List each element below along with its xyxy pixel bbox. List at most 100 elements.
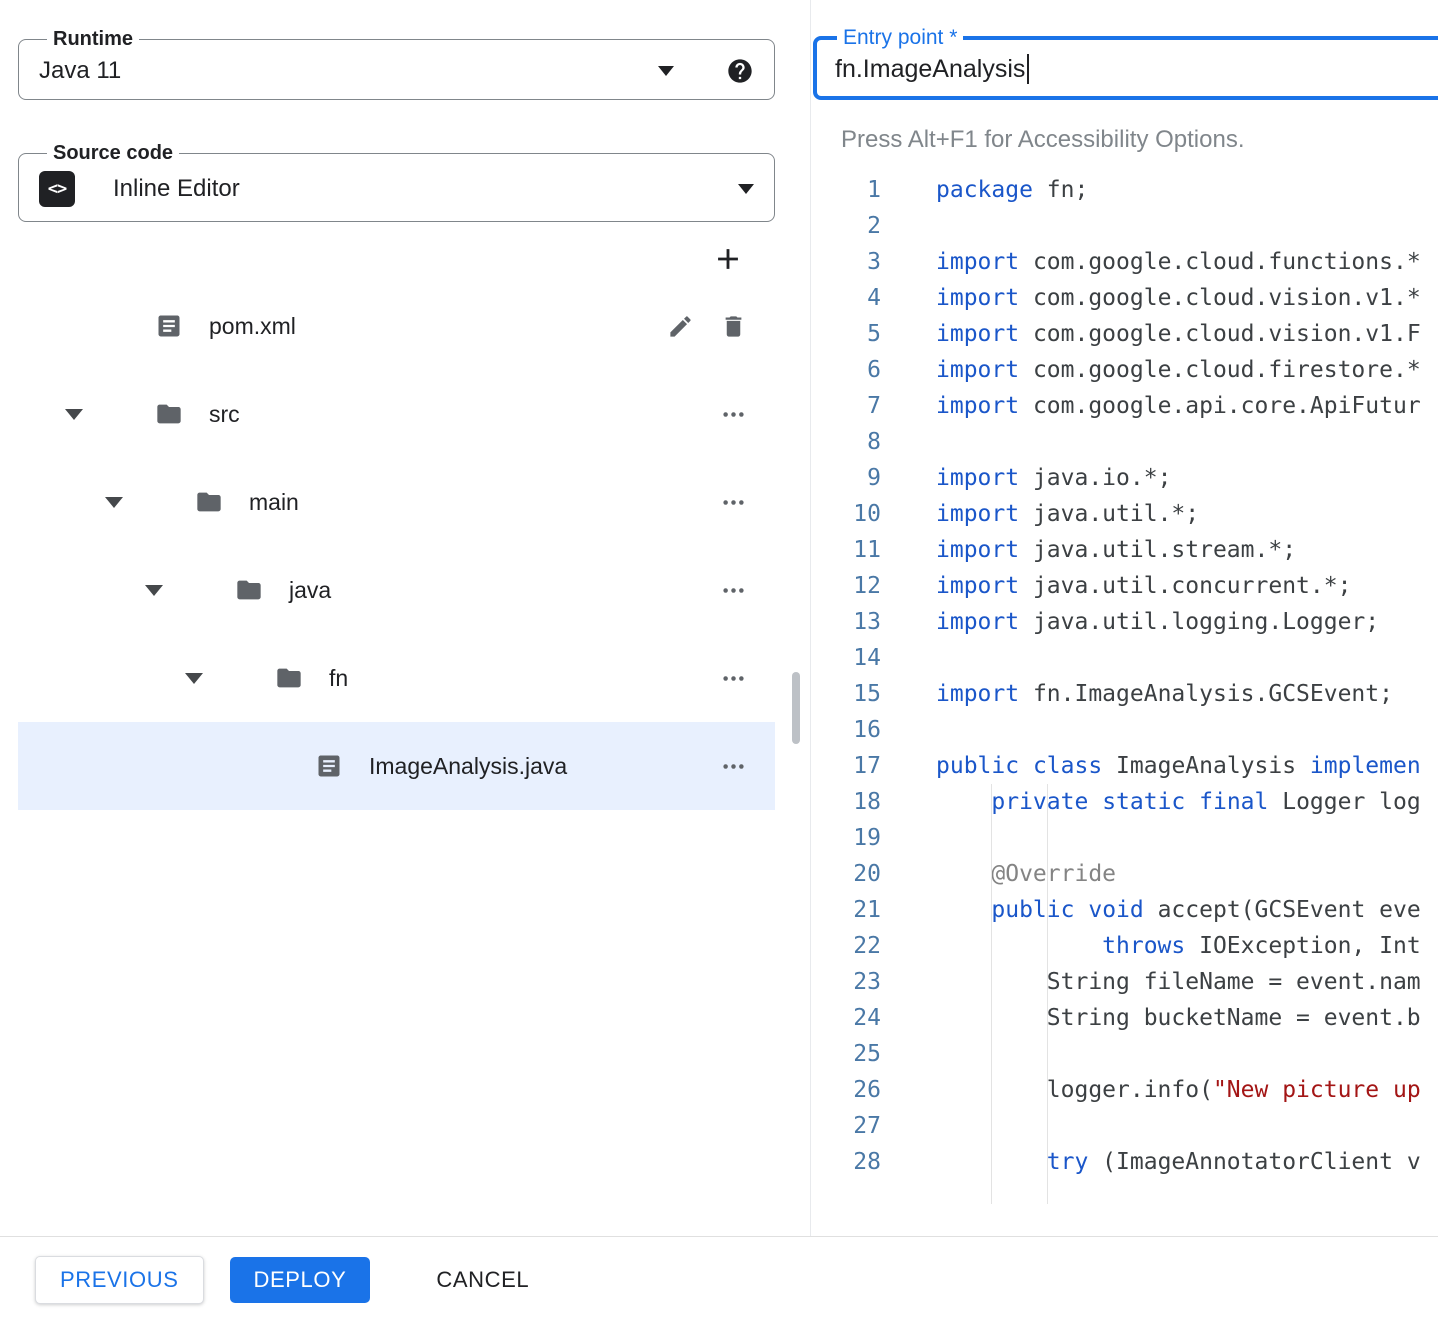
line-number: 24 [811, 1000, 881, 1036]
code-line: 3import com.google.cloud.functions.* [811, 244, 1438, 280]
accessibility-hint: Press Alt+F1 for Accessibility Options. [841, 126, 1438, 154]
delete-icon[interactable] [720, 313, 747, 340]
line-number: 26 [811, 1072, 881, 1108]
tree-row-java[interactable]: java [18, 546, 775, 634]
line-number: 15 [811, 676, 881, 712]
entry-point-field[interactable]: Entry point * fn.ImageAnalysis [813, 26, 1438, 100]
line-number: 18 [811, 784, 881, 820]
line-number: 10 [811, 496, 881, 532]
file-icon [315, 752, 343, 780]
code-line: 27 [811, 1108, 1438, 1144]
code-line: 28 try (ImageAnnotatorClient v [811, 1144, 1438, 1180]
inline-editor-icon: <> [39, 171, 75, 207]
tree-row-imageanalysis-java[interactable]: ImageAnalysis.java [18, 722, 775, 810]
code-line: 4import com.google.cloud.vision.v1.* [811, 280, 1438, 316]
add-file-icon[interactable] [711, 242, 745, 276]
expand-arrow-icon[interactable] [65, 409, 83, 420]
tree-item-label: fn [329, 665, 348, 692]
code-line: 6import com.google.cloud.firestore.* [811, 352, 1438, 388]
tree-item-label: ImageAnalysis.java [369, 753, 567, 780]
indent-guide [1047, 784, 1048, 1204]
chevron-down-icon[interactable] [658, 66, 674, 76]
code-editor[interactable]: Press Alt+F1 for Accessibility Options. … [811, 126, 1438, 1180]
line-number: 28 [811, 1144, 881, 1180]
tree-item-label: main [249, 489, 299, 516]
more-options-icon[interactable] [720, 401, 747, 428]
more-options-icon[interactable] [720, 489, 747, 516]
edit-icon[interactable] [667, 313, 694, 340]
expand-arrow-icon[interactable] [185, 673, 203, 684]
expand-arrow-icon[interactable] [145, 585, 163, 596]
line-number: 27 [811, 1108, 881, 1144]
code-line: 9import java.io.*; [811, 460, 1438, 496]
source-code-label: Source code [47, 142, 179, 165]
code-line: 26 logger.info("New picture up [811, 1072, 1438, 1108]
runtime-label: Runtime [47, 28, 139, 51]
code-line: 20 @Override [811, 856, 1438, 892]
folder-icon [155, 400, 183, 428]
code-line: 21 public void accept(GCSEvent eve [811, 892, 1438, 928]
tree-row-fn[interactable]: fn [18, 634, 775, 722]
help-icon[interactable] [726, 57, 754, 85]
line-number: 19 [811, 820, 881, 856]
line-number: 16 [811, 712, 881, 748]
code-line: 12import java.util.concurrent.*; [811, 568, 1438, 604]
line-number: 6 [811, 352, 881, 388]
runtime-value[interactable]: Java 11 [39, 57, 658, 85]
tree-item-label: pom.xml [209, 313, 296, 340]
runtime-select[interactable]: Runtime Java 11 [18, 28, 775, 100]
more-options-icon[interactable] [720, 665, 747, 692]
source-code-select[interactable]: Source code <> Inline Editor [18, 142, 775, 222]
cancel-button[interactable]: CANCEL [412, 1257, 553, 1303]
action-bar: PREVIOUS DEPLOY CANCEL [0, 1236, 1438, 1322]
line-number: 5 [811, 316, 881, 352]
tree-row-src[interactable]: src [18, 370, 775, 458]
code-line: 7import com.google.api.core.ApiFutur [811, 388, 1438, 424]
tree-row-pom-xml[interactable]: pom.xml [18, 282, 775, 370]
expand-arrow-icon[interactable] [105, 497, 123, 508]
line-number: 8 [811, 424, 881, 460]
line-number: 12 [811, 568, 881, 604]
line-number: 11 [811, 532, 881, 568]
code-line: 22 throws IOException, Int [811, 928, 1438, 964]
tree-item-label: java [289, 577, 331, 604]
code-area[interactable]: 1package fn;23import com.google.cloud.fu… [811, 172, 1438, 1180]
more-options-icon[interactable] [720, 577, 747, 604]
line-number: 21 [811, 892, 881, 928]
code-line: 23 String fileName = event.nam [811, 964, 1438, 1000]
code-line: 19 [811, 820, 1438, 856]
scrollbar-thumb[interactable] [792, 672, 800, 744]
line-number: 13 [811, 604, 881, 640]
code-line: 5import com.google.cloud.vision.v1.F [811, 316, 1438, 352]
more-options-icon[interactable] [720, 753, 747, 780]
line-number: 20 [811, 856, 881, 892]
code-line: 8 [811, 424, 1438, 460]
code-line: 24 String bucketName = event.b [811, 1000, 1438, 1036]
code-line: 18 private static final Logger log [811, 784, 1438, 820]
line-number: 3 [811, 244, 881, 280]
tree-row-main[interactable]: main [18, 458, 775, 546]
code-line: 25 [811, 1036, 1438, 1072]
chevron-down-icon[interactable] [738, 184, 754, 194]
source-panel: Runtime Java 11 Source code <> Inline Ed… [0, 0, 810, 1236]
line-number: 9 [811, 460, 881, 496]
deploy-button[interactable]: DEPLOY [230, 1257, 371, 1303]
code-line: 14 [811, 640, 1438, 676]
file-tree: pom.xml src [18, 282, 775, 810]
line-number: 17 [811, 748, 881, 784]
source-code-value[interactable]: Inline Editor [113, 175, 738, 203]
code-line: 2 [811, 208, 1438, 244]
tree-item-label: src [209, 401, 240, 428]
line-number: 22 [811, 928, 881, 964]
previous-button[interactable]: PREVIOUS [35, 1256, 204, 1304]
entry-point-input[interactable]: fn.ImageAnalysis [835, 55, 1025, 84]
entry-point-label: Entry point * [837, 26, 963, 50]
line-number: 25 [811, 1036, 881, 1072]
create-function-page: Runtime Java 11 Source code <> Inline Ed… [0, 0, 1438, 1322]
folder-icon [275, 664, 303, 692]
code-line: 15import fn.ImageAnalysis.GCSEvent; [811, 676, 1438, 712]
code-line: 17public class ImageAnalysis implemen [811, 748, 1438, 784]
folder-icon [195, 488, 223, 516]
line-number: 4 [811, 280, 881, 316]
line-number: 14 [811, 640, 881, 676]
